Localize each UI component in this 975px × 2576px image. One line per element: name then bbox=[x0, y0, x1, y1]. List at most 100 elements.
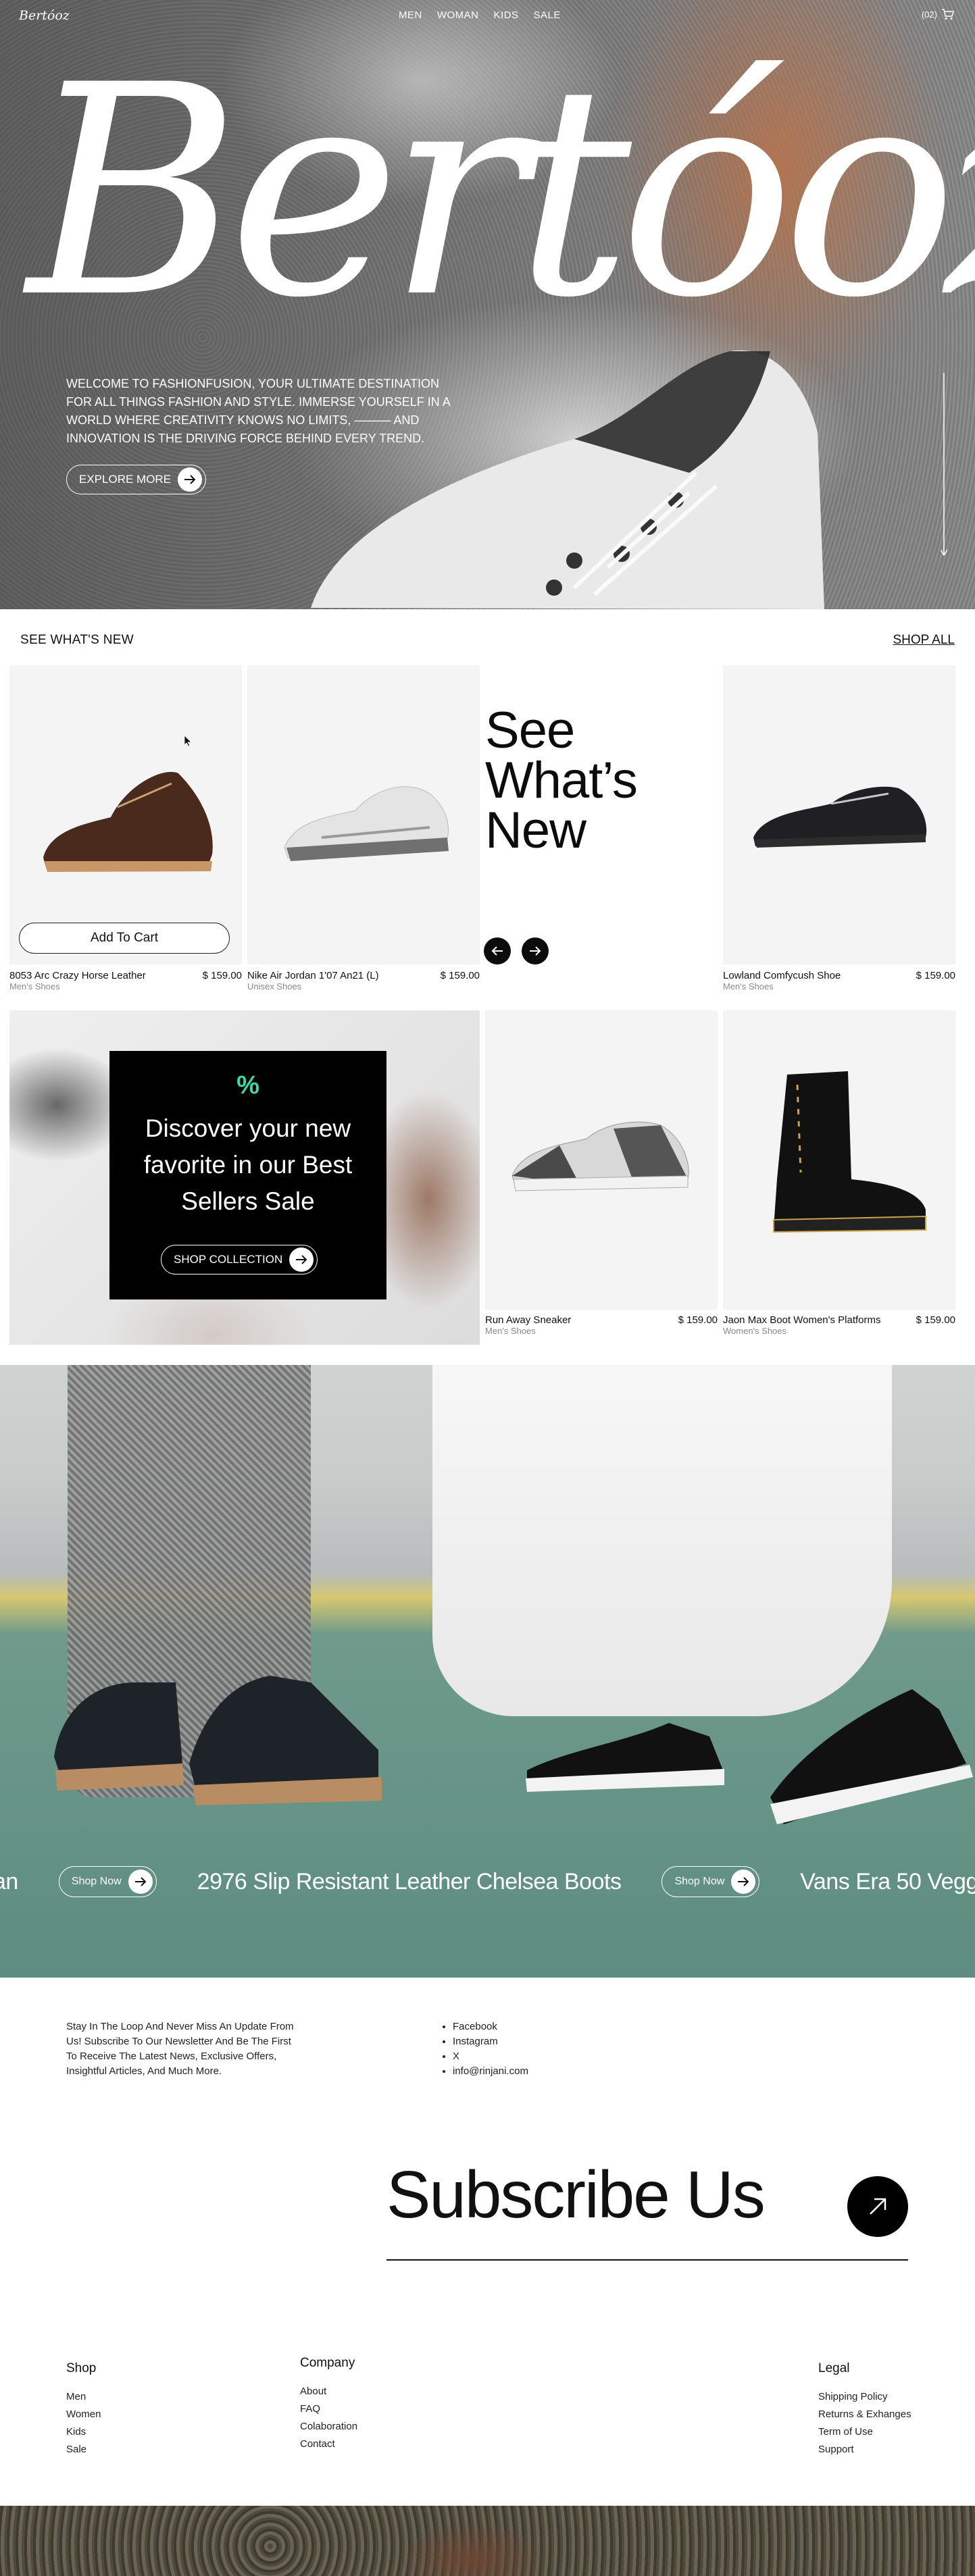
product-name[interactable]: Lowland Comfycush Shoe bbox=[723, 970, 841, 981]
footer-link[interactable]: Men bbox=[66, 2388, 101, 2406]
product-card-image[interactable] bbox=[485, 1010, 718, 1310]
product-category: Men's Shoes bbox=[485, 1326, 536, 1336]
product-info: Nike Air Jordan 1'07 An21 (L) $ 159.00 U… bbox=[247, 970, 480, 991]
product-price: $ 159.00 bbox=[678, 1314, 718, 1326]
product-info: Run Away Sneaker $ 159.00 Men's Shoes bbox=[485, 1314, 718, 1336]
black-boot-image bbox=[773, 1071, 926, 1233]
see-whats-new-headline: See What’s New bbox=[485, 702, 638, 859]
product-ticker: an Shop Now 2976 Slip Resistant Leather … bbox=[0, 1863, 975, 1901]
shop-now-label: Shop Now bbox=[71, 1876, 122, 1887]
nav-link-men[interactable]: MEN bbox=[399, 9, 422, 21]
footer-column-company: Company About FAQ Colaboration Contact bbox=[300, 2356, 357, 2453]
cart-count: (02) bbox=[921, 9, 937, 20]
footer-link[interactable]: About bbox=[300, 2383, 357, 2400]
cart-button[interactable]: (02) bbox=[922, 8, 955, 20]
shoes-image bbox=[54, 1676, 973, 1824]
shop-now-button[interactable]: Shop Now bbox=[58, 1866, 157, 1897]
section-title: SEE WHAT'S NEW bbox=[20, 633, 134, 647]
footer-link[interactable]: Sale bbox=[66, 2441, 101, 2458]
shop-now-label: Shop Now bbox=[674, 1876, 725, 1887]
arrow-right-icon bbox=[731, 1870, 756, 1894]
product-price: $ 159.00 bbox=[916, 970, 955, 981]
product-category: Women's Shoes bbox=[723, 1326, 787, 1336]
arrow-right-icon bbox=[289, 1247, 314, 1272]
mouse-cursor-icon bbox=[184, 735, 192, 747]
product-card-image[interactable] bbox=[723, 1010, 955, 1310]
product-price: $ 159.00 bbox=[440, 970, 480, 981]
footer-link[interactable]: Colaboration bbox=[300, 2418, 357, 2436]
explore-more-label: EXPLORE MORE bbox=[79, 473, 172, 486]
grey-sneaker-image bbox=[511, 1121, 689, 1191]
social-link-x[interactable]: X bbox=[453, 2049, 528, 2064]
subscribe-heading: Subscribe Us bbox=[386, 2157, 766, 2232]
white-sneaker-image bbox=[284, 786, 449, 861]
nav-link-kids[interactable]: KIDS bbox=[494, 9, 519, 21]
shop-now-button[interactable]: Shop Now bbox=[661, 1866, 760, 1897]
product-card-image[interactable] bbox=[723, 665, 955, 964]
shop-collection-label: SHOP COLLECTION bbox=[174, 1253, 283, 1266]
promo-banner: % Discover your new favorite in our Best… bbox=[9, 1010, 480, 1345]
product-category: Men's Shoes bbox=[723, 981, 774, 991]
footer-link[interactable]: Shipping Policy bbox=[818, 2388, 911, 2406]
product-info: Jaon Max Boot Women's Platforms $ 159.00… bbox=[723, 1314, 955, 1336]
ticker-product-name[interactable]: 2976 Slip Resistant Leather Chelsea Boot… bbox=[197, 1869, 622, 1895]
footer-bottom-image bbox=[0, 2506, 975, 2576]
nav-logo[interactable]: Bertóoz bbox=[19, 8, 70, 23]
promo-title: Discover your new favorite in our Best S… bbox=[143, 1114, 353, 1215]
scroll-down-arrow-icon[interactable] bbox=[941, 373, 947, 557]
subscribe-underline bbox=[386, 2259, 908, 2261]
product-category: Unisex Shoes bbox=[247, 981, 302, 991]
footer-link[interactable]: Support bbox=[818, 2441, 911, 2458]
product-name[interactable]: Run Away Sneaker bbox=[485, 1314, 571, 1326]
footer-link[interactable]: Women bbox=[66, 2406, 101, 2423]
footer-link[interactable]: Contact bbox=[300, 2436, 357, 2453]
newsletter-text: Stay In The Loop And Never Miss An Updat… bbox=[66, 2021, 294, 2077]
cart-icon bbox=[942, 9, 954, 20]
explore-more-button[interactable]: EXPLORE MORE bbox=[66, 465, 207, 494]
add-to-cart-button[interactable]: Add To Cart bbox=[19, 923, 230, 954]
contact-email-link[interactable]: info@rinjani.com bbox=[453, 2064, 528, 2079]
black-sneaker-image bbox=[753, 786, 927, 848]
brown-leather-shoe-image bbox=[43, 771, 213, 872]
promo-card: % Discover your new favorite in our Best… bbox=[109, 1051, 386, 1299]
footer-link[interactable]: Term of Use bbox=[818, 2423, 911, 2441]
footer-link[interactable]: FAQ bbox=[300, 2400, 357, 2418]
carousel-prev-button[interactable] bbox=[484, 937, 511, 964]
arrow-right-icon bbox=[128, 1870, 153, 1894]
footer-column-title: Shop bbox=[66, 2361, 97, 2375]
main-nav: MEN WOMAN KIDS SALE bbox=[399, 9, 561, 21]
social-link-instagram[interactable]: Instagram bbox=[453, 2034, 528, 2049]
shop-all-link[interactable]: SHOP ALL bbox=[893, 633, 955, 648]
shop-collection-button[interactable]: SHOP COLLECTION bbox=[161, 1245, 318, 1274]
footer-link[interactable]: Returns & Exhanges bbox=[818, 2406, 911, 2423]
hero-section: Bertóoz MEN WOMAN KIDS SALE (02) Bertóoz… bbox=[0, 0, 975, 609]
footer-column-legal: Legal Shipping Policy Returns & Exhanges… bbox=[818, 2361, 911, 2458]
product-info: 8053 Arc Crazy Horse Leather $ 159.00 Me… bbox=[9, 970, 242, 991]
social-link-facebook[interactable]: Facebook bbox=[453, 2019, 528, 2034]
product-card-image[interactable] bbox=[247, 665, 480, 964]
ticker-product-name[interactable]: an bbox=[0, 1869, 18, 1895]
percent-icon: % bbox=[236, 1071, 259, 1100]
product-name[interactable]: 8053 Arc Crazy Horse Leather bbox=[9, 970, 146, 981]
ticker-product-name[interactable]: Vans Era 50 Vegg bbox=[800, 1869, 975, 1895]
footer-link[interactable]: Kids bbox=[66, 2423, 101, 2441]
footer-column-title: Legal bbox=[818, 2361, 850, 2375]
arrow-right-icon bbox=[178, 467, 203, 492]
product-info: Lowland Comfycush Shoe $ 159.00 Men's Sh… bbox=[723, 970, 955, 991]
hero-brand-wordmark: Bertóoz bbox=[27, 24, 975, 361]
product-card-image[interactable]: Add To Cart bbox=[9, 665, 242, 964]
arrow-right-icon bbox=[530, 946, 541, 956]
nav-link-sale[interactable]: SALE bbox=[534, 9, 561, 21]
subscribe-button[interactable] bbox=[847, 2176, 908, 2237]
footer-column-shop: Shop Men Women Kids Sale bbox=[66, 2361, 101, 2458]
product-price: $ 159.00 bbox=[202, 970, 242, 981]
nav-link-woman[interactable]: WOMAN bbox=[437, 9, 479, 21]
product-price: $ 159.00 bbox=[916, 1314, 955, 1326]
product-name[interactable]: Jaon Max Boot Women's Platforms bbox=[723, 1314, 881, 1326]
carousel-next-button[interactable] bbox=[522, 937, 549, 964]
arrow-up-right-icon bbox=[870, 2198, 886, 2215]
hero-welcome-text: WELCOME TO FASHIONFUSION, YOUR ULTIMATE … bbox=[66, 377, 450, 445]
product-category: Men's Shoes bbox=[9, 981, 60, 991]
product-name[interactable]: Nike Air Jordan 1'07 An21 (L) bbox=[247, 970, 379, 981]
social-links: Facebook Instagram X info@rinjani.com bbox=[442, 2019, 528, 2079]
